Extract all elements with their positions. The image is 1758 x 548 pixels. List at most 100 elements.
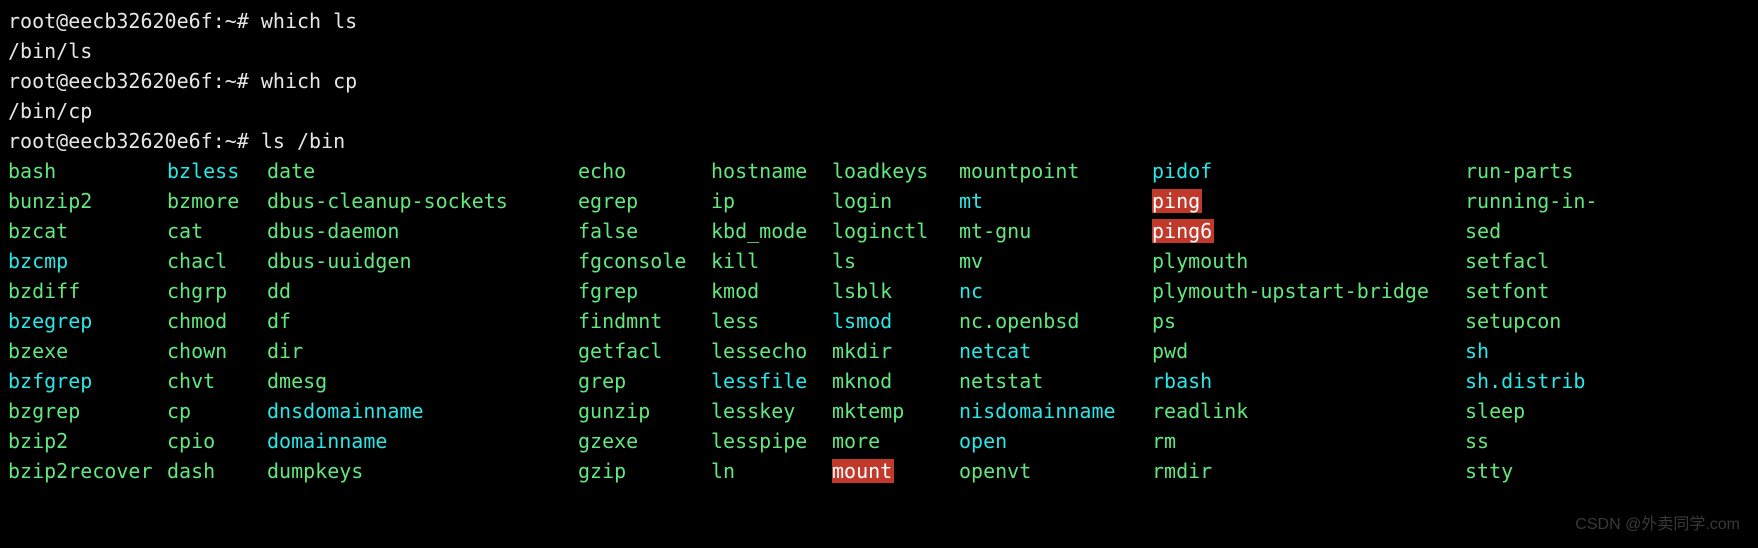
watermark: CSDN @外卖同学.com xyxy=(1575,510,1740,540)
ls-entry-name: dbus-cleanup-sockets xyxy=(267,189,508,213)
ls-entry: mktemp xyxy=(832,396,959,426)
ls-entry-name: hostname xyxy=(711,159,807,183)
ls-entry: bzip2recover xyxy=(8,456,167,486)
ls-output-grid: bashbzlessdateechohostnameloadkeysmountp… xyxy=(8,156,1750,486)
ls-entry-name: dbus-uuidgen xyxy=(267,249,412,273)
ls-entry: nc xyxy=(959,276,1152,306)
ls-entry: setfont xyxy=(1465,276,1578,306)
ls-entry-name: lesspipe xyxy=(711,429,807,453)
ls-entry-name: mknod xyxy=(832,369,892,393)
ls-entry-name: chgrp xyxy=(167,279,227,303)
ls-entry-name: lsblk xyxy=(832,279,892,303)
ls-entry-name: sh xyxy=(1465,339,1489,363)
ls-entry: getfacl xyxy=(578,336,711,366)
ls-entry: df xyxy=(267,306,578,336)
ls-entry-name: egrep xyxy=(578,189,638,213)
ls-entry: fgconsole xyxy=(578,246,711,276)
ls-entry-name: netstat xyxy=(959,369,1043,393)
ls-entry-name: fgrep xyxy=(578,279,638,303)
ls-entry: bzip2 xyxy=(8,426,167,456)
ls-entry: lsmod xyxy=(832,306,959,336)
ls-entry: dbus-cleanup-sockets xyxy=(267,186,578,216)
ls-entry: sleep xyxy=(1465,396,1578,426)
output-which-cp: /bin/cp xyxy=(8,96,1750,126)
ls-entry-name: grep xyxy=(578,369,626,393)
ls-entry: pwd xyxy=(1152,336,1465,366)
ls-entry: lesspipe xyxy=(711,426,832,456)
prompt: root@eecb32620e6f:~# xyxy=(8,69,261,93)
ls-entry: rbash xyxy=(1152,366,1465,396)
prompt: root@eecb32620e6f:~# xyxy=(8,9,261,33)
ls-entry-name: rmdir xyxy=(1152,459,1212,483)
ls-entry-name: gzexe xyxy=(578,429,638,453)
line-ls-bin: root@eecb32620e6f:~# ls /bin xyxy=(8,126,1750,156)
ls-entry: findmnt xyxy=(578,306,711,336)
ls-entry: bzegrep xyxy=(8,306,167,336)
ls-entry-name: running-in- xyxy=(1465,189,1597,213)
ls-entry-name: ss xyxy=(1465,429,1489,453)
ls-entry: bzcat xyxy=(8,216,167,246)
ls-entry: echo xyxy=(578,156,711,186)
ls-entry-name: run-parts xyxy=(1465,159,1573,183)
ls-entry-name: bzip2recover xyxy=(8,459,153,483)
ls-entry: openvt xyxy=(959,456,1152,486)
ls-entry-name: echo xyxy=(578,159,626,183)
ls-entry: rmdir xyxy=(1152,456,1465,486)
ls-entry: ln xyxy=(711,456,832,486)
ls-entry-name: pidof xyxy=(1152,159,1212,183)
ls-entry-name: bzfgrep xyxy=(8,369,92,393)
ls-entry: bunzip2 xyxy=(8,186,167,216)
ls-entry-name: pwd xyxy=(1152,339,1188,363)
ls-entry-name: ip xyxy=(711,189,735,213)
ls-entry: mkdir xyxy=(832,336,959,366)
ls-entry: bzmore xyxy=(167,186,267,216)
ls-entry-name: nc xyxy=(959,279,983,303)
ls-entry: dbus-daemon xyxy=(267,216,578,246)
ls-entry-name: lessfile xyxy=(711,369,807,393)
ls-entry: bzgrep xyxy=(8,396,167,426)
ls-entry-name: bzmore xyxy=(167,189,239,213)
ls-entry: gzexe xyxy=(578,426,711,456)
ls-entry-name: bash xyxy=(8,159,56,183)
line-which-ls: root@eecb32620e6f:~# which ls xyxy=(8,6,1750,36)
ls-entry-name: setfacl xyxy=(1465,249,1549,273)
terminal[interactable]: root@eecb32620e6f:~# which ls /bin/ls ro… xyxy=(0,0,1758,494)
ls-entry-name: less xyxy=(711,309,759,333)
ls-entry: egrep xyxy=(578,186,711,216)
ls-entry: kbd_mode xyxy=(711,216,832,246)
ls-entry-name: chacl xyxy=(167,249,227,273)
ls-entry: pidof xyxy=(1152,156,1465,186)
ls-entry: false xyxy=(578,216,711,246)
ls-entry-name: ln xyxy=(711,459,735,483)
ls-entry: bzless xyxy=(167,156,267,186)
ls-entry: domainname xyxy=(267,426,578,456)
ls-entry-name: lesskey xyxy=(711,399,795,423)
ls-entry-name: cp xyxy=(167,399,191,423)
ls-entry-name: setupcon xyxy=(1465,309,1561,333)
ls-entry-name: ping xyxy=(1152,189,1202,213)
ls-entry: mt-gnu xyxy=(959,216,1152,246)
ls-entry: dmesg xyxy=(267,366,578,396)
command: which cp xyxy=(261,69,357,93)
ls-entry: hostname xyxy=(711,156,832,186)
ls-entry: cat xyxy=(167,216,267,246)
ls-entry: mt xyxy=(959,186,1152,216)
ls-entry-name: chown xyxy=(167,339,227,363)
ls-entry-name: date xyxy=(267,159,315,183)
ls-entry-name: mountpoint xyxy=(959,159,1079,183)
ls-entry: lsblk xyxy=(832,276,959,306)
ls-entry: loadkeys xyxy=(832,156,959,186)
ls-entry: chvt xyxy=(167,366,267,396)
ls-entry: cpio xyxy=(167,426,267,456)
ls-entry-name: gunzip xyxy=(578,399,650,423)
prompt: root@eecb32620e6f:~# xyxy=(8,129,261,153)
ls-entry-name: loadkeys xyxy=(832,159,928,183)
ls-entry-name: mt-gnu xyxy=(959,219,1031,243)
ls-entry: chgrp xyxy=(167,276,267,306)
ls-entry-name: rm xyxy=(1152,429,1176,453)
ls-entry-name: kmod xyxy=(711,279,759,303)
ls-entry-name: getfacl xyxy=(578,339,662,363)
ls-entry: mount xyxy=(832,456,959,486)
ls-entry: open xyxy=(959,426,1152,456)
ls-entry-name: netcat xyxy=(959,339,1031,363)
